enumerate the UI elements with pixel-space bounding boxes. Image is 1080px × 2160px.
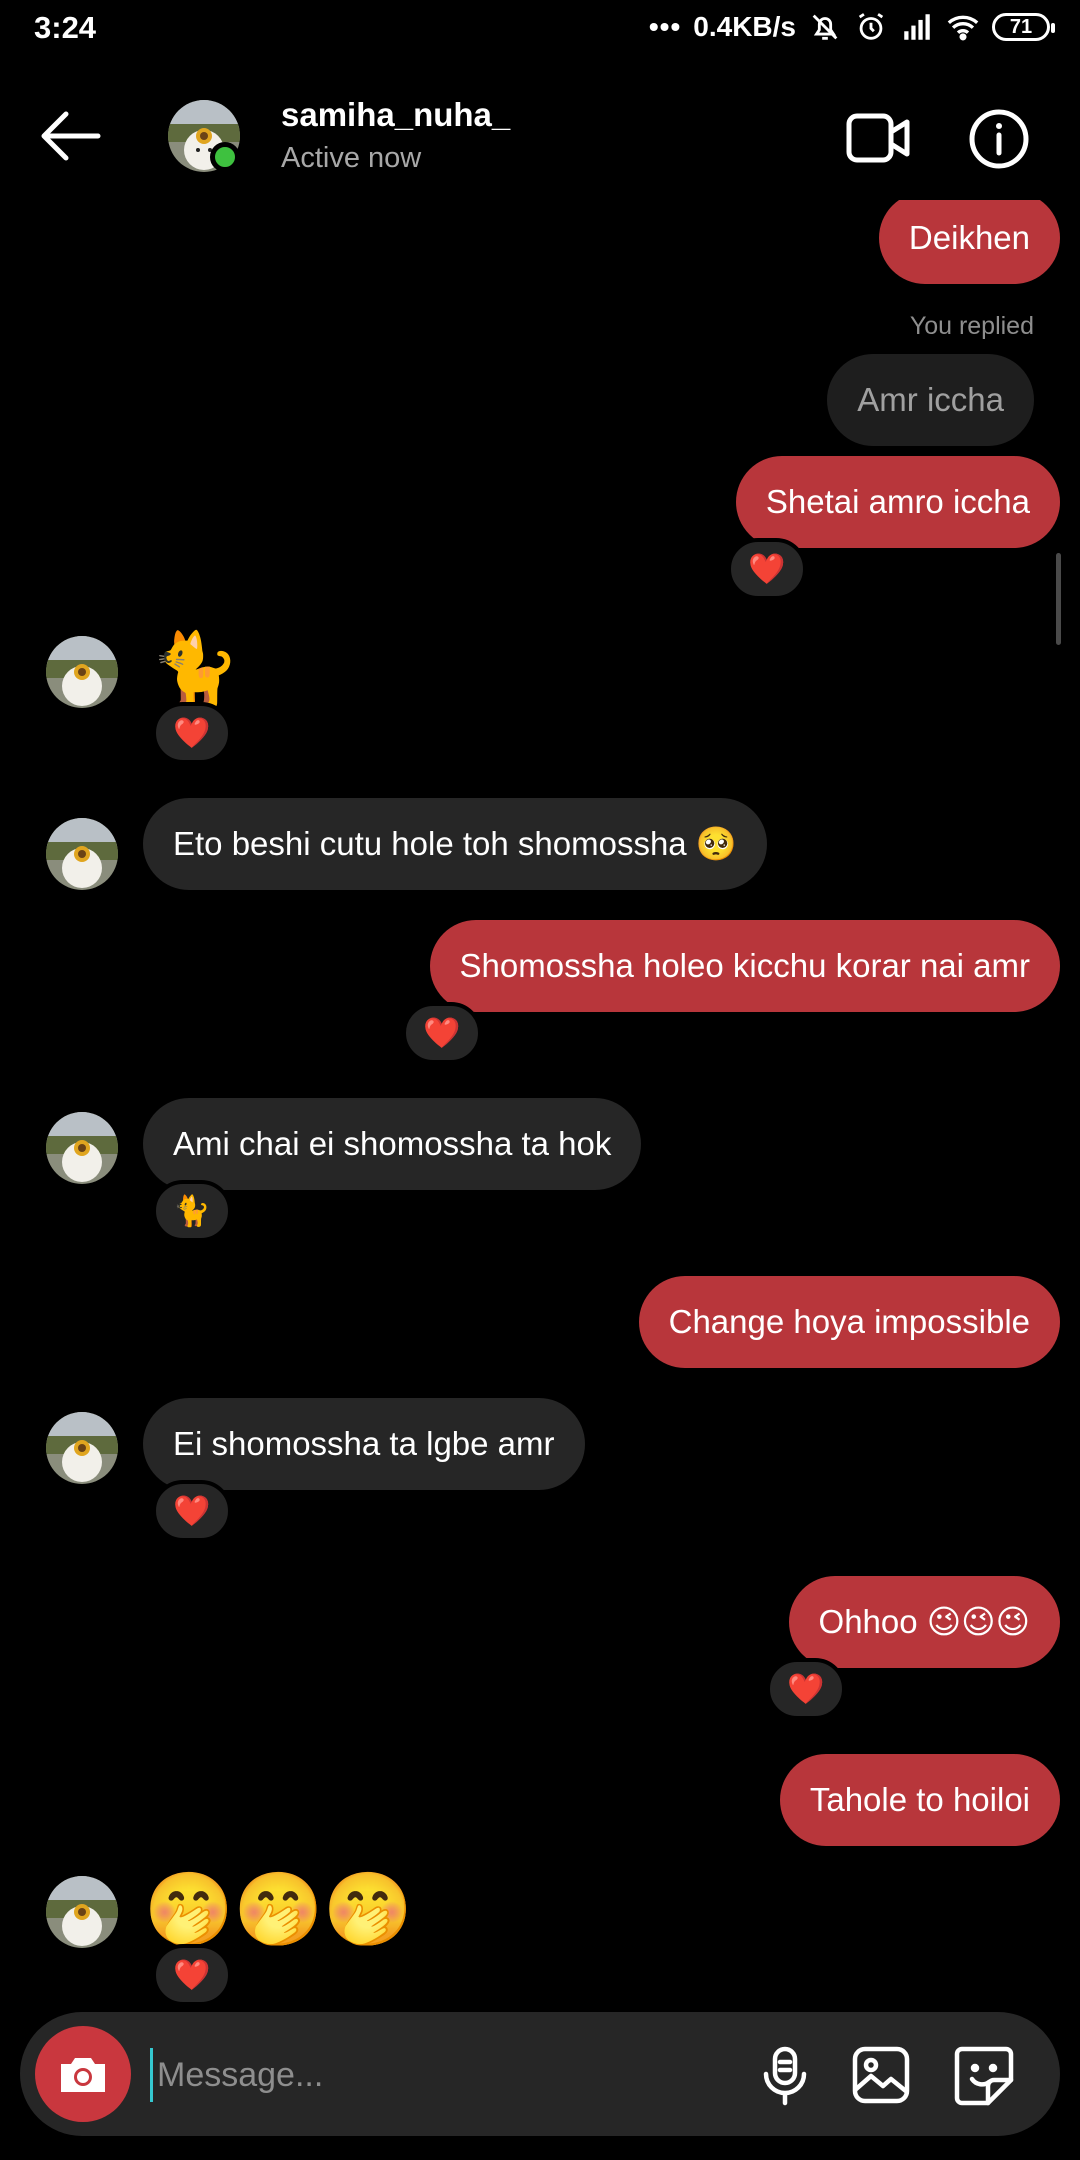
heart-icon[interactable]: ❤️ xyxy=(727,538,807,600)
message-emoji[interactable]: 🤭🤭🤭 xyxy=(144,1870,413,1950)
gallery-icon[interactable] xyxy=(852,2046,910,2104)
status-bar: 3:24 ••• 0.4KB/s 71 xyxy=(0,0,1080,62)
sender-avatar[interactable] xyxy=(46,1412,118,1484)
reaction-cat[interactable]: 🐈 xyxy=(152,1180,232,1242)
contact-status: Active now xyxy=(281,142,422,174)
message-incoming[interactable]: Ami chai ei shomossha ta hok xyxy=(143,1098,642,1190)
message-outgoing[interactable]: Tahole to hoiloi xyxy=(779,1754,1060,1846)
mute-icon xyxy=(812,14,838,40)
message-input[interactable] xyxy=(150,2048,739,2102)
message-incoming[interactable]: Eto beshi cutu hole toh shomossha 🥺 xyxy=(143,798,767,890)
sender-avatar[interactable] xyxy=(46,636,118,708)
heart-icon[interactable]: ❤️ xyxy=(152,702,232,764)
battery-level: 71 xyxy=(1009,15,1033,38)
alarm-icon xyxy=(858,13,884,40)
chat-header: samiha_nuha_ Active now xyxy=(0,62,1080,212)
sticker-icon[interactable] xyxy=(954,2046,1014,2106)
signal-icon xyxy=(904,14,930,40)
info-icon[interactable] xyxy=(968,108,1030,170)
notification-dots: ••• xyxy=(648,11,682,42)
message-outgoing[interactable]: Ohhoo 😉😉😉 xyxy=(788,1576,1060,1668)
sender-avatar[interactable] xyxy=(46,1876,118,1948)
status-time: 3:24 xyxy=(34,10,97,45)
message-outgoing[interactable]: Shomossha holeo kicchu korar nai amr xyxy=(429,920,1060,1012)
online-indicator xyxy=(210,142,240,172)
replied-label: You replied xyxy=(909,312,1034,340)
scrollbar[interactable] xyxy=(1056,553,1061,645)
battery-indicator: 71 xyxy=(992,13,1055,41)
back-arrow-icon[interactable] xyxy=(38,110,104,162)
message-incoming[interactable]: Ei shomossha ta lgbe amr xyxy=(143,1398,585,1490)
camera-icon xyxy=(61,2058,105,2092)
message-composer xyxy=(20,2012,1060,2136)
message-outgoing[interactable]: Change hoya impossible xyxy=(638,1276,1060,1368)
heart-icon[interactable]: ❤️ xyxy=(766,1658,846,1720)
message-list[interactable]: Deikhen You replied Amr iccha Shetai amr… xyxy=(0,200,1080,2010)
message-emoji[interactable]: 🐈 xyxy=(150,630,240,710)
replied-to-message[interactable]: Amr iccha xyxy=(827,354,1034,446)
message-outgoing[interactable]: Deikhen xyxy=(878,200,1060,284)
contact-username[interactable]: samiha_nuha_ xyxy=(281,96,510,134)
microphone-icon[interactable] xyxy=(758,2046,812,2106)
message-outgoing[interactable]: Shetai amro iccha xyxy=(735,456,1060,548)
heart-icon[interactable]: ❤️ xyxy=(152,1944,232,2006)
network-speed: 0.4KB/s xyxy=(693,11,796,42)
sender-avatar[interactable] xyxy=(46,1112,118,1184)
wifi-icon xyxy=(947,15,979,41)
video-call-icon[interactable] xyxy=(846,110,910,166)
camera-button[interactable] xyxy=(35,2026,131,2122)
status-icons: ••• 0.4KB/s 71 xyxy=(648,10,1055,44)
heart-icon[interactable]: ❤️ xyxy=(402,1002,482,1064)
heart-icon[interactable]: ❤️ xyxy=(152,1480,232,1542)
sender-avatar[interactable] xyxy=(46,818,118,890)
